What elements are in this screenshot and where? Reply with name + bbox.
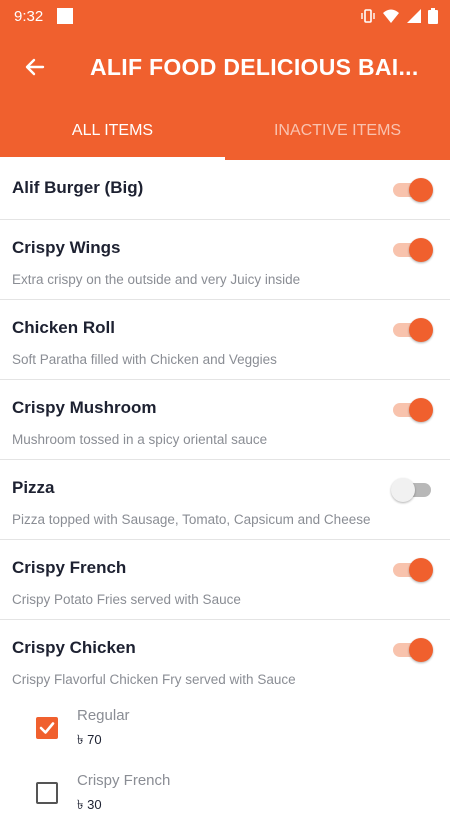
item-description: Crispy Flavorful Chicken Fry served with… bbox=[12, 672, 296, 687]
tab-inactive-items[interactable]: INACTIVE ITEMS bbox=[225, 102, 450, 160]
list-item: Crispy French Crispy Potato Fries served… bbox=[0, 540, 450, 620]
app-bar: ALIF FOOD DELICIOUS BAI... bbox=[0, 32, 450, 102]
variant-name: Crispy French bbox=[77, 772, 171, 789]
notification-icon bbox=[57, 8, 74, 24]
status-time: 9:32 bbox=[14, 7, 44, 25]
status-icons bbox=[360, 8, 438, 24]
tab-all-items[interactable]: ALL ITEMS bbox=[0, 102, 225, 160]
variant-price: ৳ 30 bbox=[77, 797, 102, 812]
item-active-toggle[interactable] bbox=[391, 638, 433, 662]
checkmark-icon bbox=[39, 722, 55, 734]
item-description: Crispy Potato Fries served with Sauce bbox=[12, 592, 241, 607]
item-name: Crispy Chicken bbox=[12, 638, 136, 657]
battery-icon bbox=[428, 8, 438, 24]
item-name: Alif Burger (Big) bbox=[12, 178, 144, 197]
item-active-toggle[interactable] bbox=[391, 318, 433, 342]
item-description: Soft Paratha filled with Chicken and Veg… bbox=[12, 352, 277, 367]
list-item: Crispy Mushroom Mushroom tossed in a spi… bbox=[0, 380, 450, 460]
item-active-toggle[interactable] bbox=[391, 178, 433, 202]
tab-bar: ALL ITEMS INACTIVE ITEMS bbox=[0, 102, 450, 160]
toggle-knob bbox=[409, 558, 433, 582]
vibrate-icon bbox=[361, 9, 375, 23]
variant-checkbox[interactable] bbox=[36, 717, 58, 739]
item-description: Extra crispy on the outside and very Jui… bbox=[12, 272, 301, 287]
variant-checkbox[interactable] bbox=[36, 782, 58, 804]
toggle-knob bbox=[409, 318, 433, 342]
item-active-toggle[interactable] bbox=[391, 238, 433, 262]
status-bar: 9:32 bbox=[0, 0, 450, 32]
variant-price: ৳ 70 bbox=[77, 732, 102, 747]
item-description: Mushroom tossed in a spicy oriental sauc… bbox=[12, 432, 268, 447]
toggle-knob bbox=[391, 478, 415, 502]
signal-icon bbox=[407, 9, 421, 23]
item-name: Crispy Mushroom bbox=[12, 398, 157, 417]
variant-name: Regular bbox=[77, 707, 130, 724]
variant-option[interactable]: Regular ৳ 70 bbox=[0, 703, 450, 768]
item-name: Crispy Wings bbox=[12, 238, 121, 257]
page-title: ALIF FOOD DELICIOUS BAI... bbox=[90, 53, 419, 80]
item-active-toggle[interactable] bbox=[391, 478, 433, 502]
toggle-knob bbox=[409, 398, 433, 422]
list-item: Pizza Pizza topped with Sausage, Tomato,… bbox=[0, 460, 450, 540]
toggle-knob bbox=[409, 178, 433, 202]
list-item: Chicken Roll Soft Paratha filled with Ch… bbox=[0, 300, 450, 380]
item-description: Pizza topped with Sausage, Tomato, Capsi… bbox=[12, 512, 371, 527]
toggle-knob bbox=[409, 638, 433, 662]
item-name: Pizza bbox=[12, 478, 55, 497]
item-name: Crispy French bbox=[12, 558, 127, 577]
variant-option[interactable]: Crispy French ৳ 30 bbox=[0, 768, 450, 833]
item-active-toggle[interactable] bbox=[391, 558, 433, 582]
toggle-knob bbox=[409, 238, 433, 262]
list-item: Crispy Wings Extra crispy on the outside… bbox=[0, 220, 450, 300]
wifi-icon bbox=[383, 9, 399, 23]
item-name: Chicken Roll bbox=[12, 318, 115, 337]
list-item: Crispy Chicken Crispy Flavorful Chicken … bbox=[0, 620, 450, 833]
list-item: Alif Burger (Big) bbox=[0, 160, 450, 220]
item-active-toggle[interactable] bbox=[391, 398, 433, 422]
menu-item-list: Alif Burger (Big) Crispy Wings Extra cri… bbox=[0, 160, 450, 833]
back-button[interactable] bbox=[0, 32, 70, 102]
arrow-left-icon bbox=[25, 58, 45, 76]
